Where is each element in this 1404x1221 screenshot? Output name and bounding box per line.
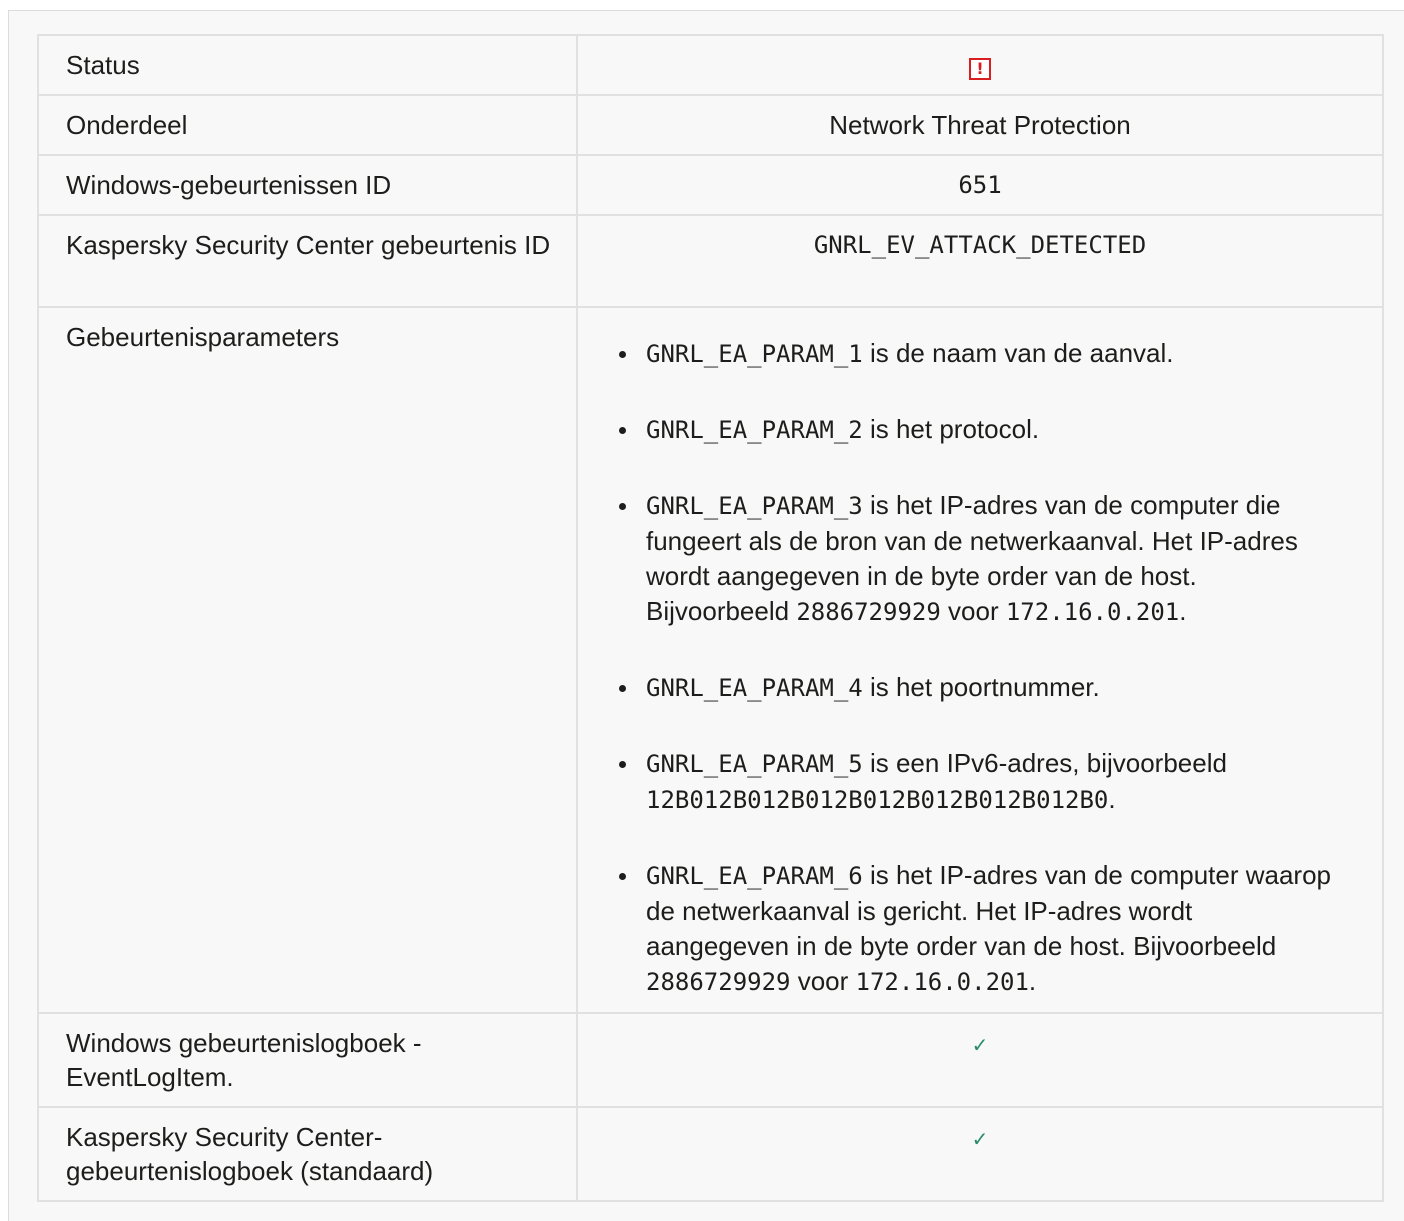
list-item: GNRL_EA_PARAM_4 is het poortnummer. (616, 670, 1342, 706)
param-description: . (1179, 596, 1187, 626)
param-description: voor (940, 596, 1006, 626)
row-label-ksc-event-id: Kaspersky Security Center gebeurtenis ID (37, 214, 578, 308)
table-row: Onderdeel Network Threat Protection (37, 94, 1384, 156)
param-code: GNRL_EA_PARAM_4 (646, 674, 863, 702)
table-row: Kaspersky Security Center-gebeurtenislog… (37, 1106, 1384, 1202)
param-code: GNRL_EA_PARAM_6 (646, 862, 863, 890)
param-description: . (1108, 784, 1116, 814)
list-item: GNRL_EA_PARAM_2 is het protocol. (616, 412, 1342, 448)
param-code: GNRL_EA_PARAM_2 (646, 416, 863, 444)
param-description: is de naam van de aanval. (862, 338, 1174, 368)
table-row: Status ! (37, 34, 1384, 96)
example-ip: 172.16.0.201 (1005, 598, 1180, 626)
param-description: is een IPv6-adres, bijvoorbeeld (862, 748, 1227, 778)
content-panel: Status ! Onderdeel Network Threat Protec… (8, 10, 1404, 1221)
row-label-event-parameters: Gebeurtenisparameters (37, 306, 578, 1014)
param-code: GNRL_EA_PARAM_3 (646, 492, 863, 520)
table-row: Gebeurtenisparameters GNRL_EA_PARAM_1 is… (37, 306, 1384, 1014)
list-item: GNRL_EA_PARAM_1 is de naam van de aanval… (616, 336, 1342, 372)
event-details-table: Status ! Onderdeel Network Threat Protec… (37, 34, 1384, 1202)
example-number: 2886729929 (796, 598, 941, 626)
example-number: 2886729929 (646, 968, 791, 996)
row-label-ksc-log: Kaspersky Security Center-gebeurtenislog… (37, 1106, 578, 1202)
row-label-component: Onderdeel (37, 94, 578, 156)
list-item: GNRL_EA_PARAM_5 is een IPv6-adres, bijvo… (616, 746, 1342, 818)
check-icon: ✓ (971, 1127, 989, 1151)
row-label-windows-log: Windows gebeurtenislogboek - EventLogIte… (37, 1012, 578, 1108)
windows-event-id-value: 651 (576, 154, 1384, 216)
check-icon: ✓ (971, 1033, 989, 1057)
param-description: . (1028, 966, 1037, 996)
param-code: GNRL_EA_PARAM_5 (646, 750, 863, 778)
component-value: Network Threat Protection (576, 94, 1384, 156)
list-item: GNRL_EA_PARAM_3 is het IP-adres van de c… (616, 488, 1342, 630)
table-row: Windows-gebeurtenissen ID 651 (37, 154, 1384, 216)
table-row: Windows gebeurtenislogboek - EventLogIte… (37, 1012, 1384, 1108)
param-description: voor (790, 966, 856, 996)
param-code: GNRL_EA_PARAM_1 (646, 340, 863, 368)
list-item: GNRL_EA_PARAM_6 is het IP-adres van de c… (616, 858, 1342, 1000)
example-ip: 172.16.0.201 (855, 968, 1029, 996)
table-row: Kaspersky Security Center gebeurtenis ID… (37, 214, 1384, 308)
ksc-event-id-value: GNRL_EV_ATTACK_DETECTED (576, 214, 1384, 308)
parameters-list: GNRL_EA_PARAM_1 is de naam van de aanval… (616, 336, 1342, 1000)
row-label-windows-event-id: Windows-gebeurtenissen ID (37, 154, 578, 216)
param-description: is het protocol. (862, 414, 1040, 444)
param-description: is het poortnummer. (862, 672, 1100, 702)
row-label-status: Status (37, 34, 578, 96)
example-ipv6: 12B012B012B012B012B012B012B012B0 (646, 786, 1109, 814)
warning-icon: ! (969, 58, 991, 80)
